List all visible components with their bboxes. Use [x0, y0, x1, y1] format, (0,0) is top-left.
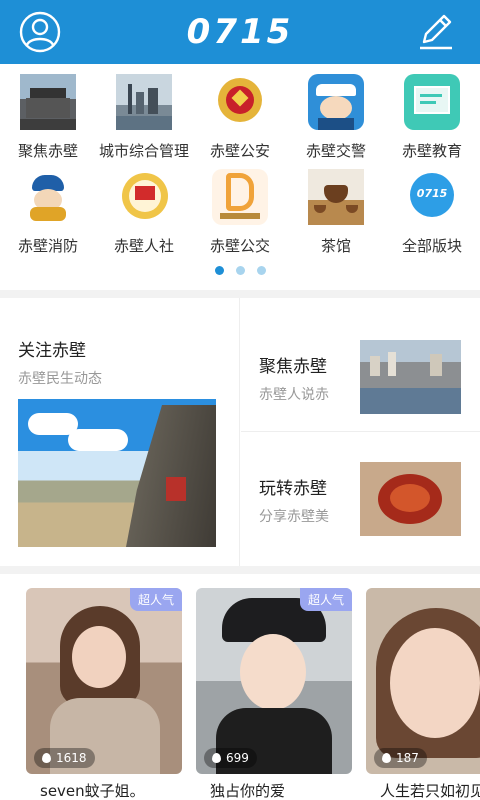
- icon-grid: 聚焦赤壁 城市综合管理 赤壁公安 赤壁交警 赤壁教育 赤壁消防 赤壁人社 赤壁公…: [0, 74, 480, 264]
- top-bar: 0715: [0, 0, 480, 64]
- user-name: 人生若只如初见: [380, 782, 480, 800]
- grid-item-label: 城市综合管理: [98, 142, 189, 160]
- grid-item-fire[interactable]: 赤壁消防: [0, 169, 96, 264]
- grid-item-traffic-police[interactable]: 赤壁交警: [288, 74, 384, 169]
- grid-item-all-sections[interactable]: 0715 全部版块: [384, 169, 480, 264]
- feature-card-focus[interactable]: 聚焦赤壁 赤壁人说赤: [241, 298, 480, 432]
- police-emblem-icon: [212, 74, 268, 130]
- skyline-photo-icon: [116, 74, 172, 130]
- traffic-police-icon: [308, 74, 364, 130]
- grid-item-label: 赤壁消防: [17, 237, 78, 255]
- grid-item-label: 赤壁人社: [113, 237, 174, 255]
- grid-item-bus[interactable]: 赤壁公交: [192, 169, 288, 264]
- grid-item-label: 赤壁公交: [209, 237, 270, 255]
- city-aerial-photo: [360, 340, 461, 414]
- user-card[interactable]: 超人气 699 独占你的爱: [196, 588, 352, 800]
- social-security-emblem-icon: [116, 169, 172, 225]
- app-logo: 0715: [186, 12, 294, 52]
- grid-item-social-security[interactable]: 赤壁人社: [96, 169, 192, 264]
- likes-count: 1618: [34, 748, 95, 768]
- feature-card-explore[interactable]: 玩转赤壁 分享赤壁美: [241, 432, 480, 566]
- grid-item-label: 全部版块: [401, 237, 462, 255]
- user-name: seven蚊子姐。: [40, 782, 145, 800]
- feature-card-follow[interactable]: 关注赤壁 赤壁民生动态: [0, 298, 240, 566]
- grid-item-focus-chibi[interactable]: 聚焦赤壁: [0, 74, 96, 169]
- grid-item-label: 赤壁教育: [401, 142, 462, 160]
- page-dot[interactable]: [235, 266, 245, 275]
- page-dot[interactable]: [256, 266, 266, 275]
- page-indicator: [0, 266, 480, 275]
- user-card[interactable]: 人 187 人生若只如初见: [366, 588, 480, 800]
- city-gate-photo-icon: [20, 74, 76, 130]
- grid-item-education[interactable]: 赤壁教育: [384, 74, 480, 169]
- feature-title: 关注赤壁: [18, 341, 86, 361]
- user-photo: 超人气 699: [196, 588, 352, 774]
- feature-title: 玩转赤壁: [259, 479, 327, 499]
- all-sections-icon: 0715: [404, 169, 460, 225]
- river-cliff-photo: [18, 399, 216, 547]
- popularity-badge: 超人气: [299, 588, 352, 611]
- teahouse-icon: [308, 169, 364, 225]
- user-photo: 人 187: [366, 588, 480, 774]
- likes-count: 699: [204, 748, 257, 768]
- user-card[interactable]: 超人气 1618 seven蚊子姐。: [26, 588, 182, 800]
- feature-subtitle: 分享赤壁美: [259, 509, 329, 525]
- feature-subtitle: 赤壁人说赤: [259, 387, 329, 403]
- firefighter-mascot-icon: [20, 169, 76, 225]
- page-dot[interactable]: [214, 266, 224, 275]
- popular-users-carousel: 超人气 1618 seven蚊子姐。 超人气 699 独占你的爱 人 187 人…: [0, 574, 480, 800]
- grid-item-label: 茶馆: [320, 237, 351, 255]
- compose-icon[interactable]: [414, 10, 458, 54]
- feature-section: 关注赤壁 赤壁民生动态 聚焦赤壁 赤壁人说赤 玩转赤壁 分享赤壁美: [0, 298, 480, 566]
- bus-logo-icon: [212, 169, 268, 225]
- hotpot-photo: [360, 462, 461, 536]
- grid-item-police[interactable]: 赤壁公安: [192, 74, 288, 169]
- education-board-icon: [404, 74, 460, 130]
- feature-subtitle: 赤壁民生动态: [18, 371, 102, 387]
- grid-item-city-management[interactable]: 城市综合管理: [96, 74, 192, 169]
- grid-item-label: 赤壁公安: [209, 142, 270, 160]
- section-grid: 聚焦赤壁 城市综合管理 赤壁公安 赤壁交警 赤壁教育 赤壁消防 赤壁人社 赤壁公…: [0, 64, 480, 290]
- grid-item-label: 赤壁交警: [305, 142, 366, 160]
- user-photo: 超人气 1618: [26, 588, 182, 774]
- user-name: 独占你的爱: [210, 782, 286, 800]
- grid-item-teahouse[interactable]: 茶馆: [288, 169, 384, 264]
- popularity-badge: 超人气: [129, 588, 182, 611]
- grid-item-label: 聚焦赤壁: [17, 142, 78, 160]
- feature-title: 聚焦赤壁: [259, 357, 327, 377]
- likes-count: 187: [374, 748, 427, 768]
